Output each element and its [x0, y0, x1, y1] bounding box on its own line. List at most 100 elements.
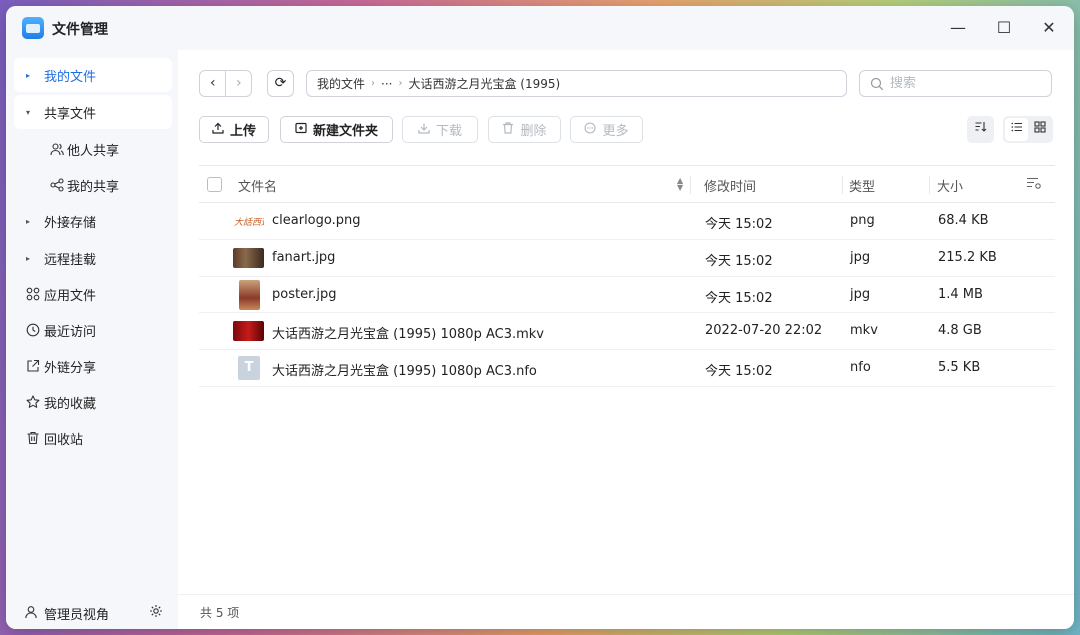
- maximize-button[interactable]: ☐: [992, 16, 1016, 40]
- sidebar: ▸ 我的文件 ▾ 共享文件 他人共享 我的共享 ▸ 外接存储 ▸ 远程挂载 应用…: [6, 50, 178, 629]
- column-header-size[interactable]: 大小: [937, 176, 963, 195]
- window-title: 文件管理: [52, 22, 108, 38]
- star-icon: [26, 395, 40, 409]
- sidebar-item-label: 远程挂载: [44, 252, 97, 268]
- grid-view-button[interactable]: [1028, 118, 1051, 141]
- watermark: 值 什么值得买: [910, 598, 1037, 622]
- file-modified: 今天 15:02: [705, 290, 773, 306]
- title-bar: 文件管理 — ☐ ✕: [6, 6, 1074, 50]
- item-count: 共 5 项: [200, 605, 240, 620]
- forward-button[interactable]: ›: [225, 71, 251, 96]
- more-icon: [584, 122, 597, 137]
- sort-arrows-icon[interactable]: ▲ ▼: [677, 177, 683, 192]
- file-name: 大话西游之月光宝盒 (1995) 1080p AC3.nfo: [272, 364, 537, 380]
- column-header-name[interactable]: 文件名: [238, 176, 277, 195]
- sidebar-item-favorites[interactable]: 我的收藏: [14, 385, 172, 419]
- sidebar-item-shared-with-me[interactable]: 他人共享: [14, 132, 172, 166]
- sidebar-item-label: 外链分享: [44, 360, 97, 376]
- upload-button[interactable]: 上传: [199, 116, 269, 143]
- view-toggle: [1003, 116, 1053, 143]
- chevron-right-icon: ›: [398, 78, 403, 89]
- breadcrumb-item-my-files[interactable]: 我的文件: [317, 75, 365, 92]
- close-button[interactable]: ✕: [1037, 16, 1061, 40]
- text-file-icon: T: [238, 356, 260, 381]
- sidebar-item-label: 外接存储: [44, 215, 97, 231]
- search-box: [859, 70, 1052, 97]
- caret-right-icon: ▸: [26, 253, 31, 263]
- minimize-button[interactable]: —: [946, 16, 970, 40]
- table-row[interactable]: 大話西遊 clearlogo.png 今天 15:02 png 68.4 KB: [199, 203, 1055, 240]
- share-icon: [50, 178, 64, 192]
- sidebar-footer: 管理员视角: [6, 594, 178, 629]
- breadcrumb-ellipsis[interactable]: ···: [381, 77, 392, 91]
- new-folder-button[interactable]: 新建文件夹: [280, 116, 393, 143]
- back-button[interactable]: ‹: [200, 71, 225, 96]
- file-modified: 2022-07-20 22:02: [705, 323, 823, 339]
- sidebar-item-shared-files[interactable]: ▾ 共享文件: [14, 95, 172, 129]
- file-modified: 今天 15:02: [705, 253, 773, 269]
- column-header-modified[interactable]: 修改时间: [704, 176, 756, 195]
- caret-down-icon: ▾: [26, 107, 31, 117]
- download-label: 下载: [435, 124, 462, 139]
- search-icon: [870, 77, 884, 91]
- sidebar-item-label: 回收站: [44, 432, 84, 448]
- file-name: poster.jpg: [272, 286, 337, 302]
- file-thumbnail-logo: 大話西遊: [233, 211, 272, 231]
- gear-icon[interactable]: [149, 604, 163, 622]
- sidebar-item-external-links[interactable]: 外链分享: [14, 349, 172, 383]
- svg-text:大話西遊: 大話西遊: [234, 217, 264, 228]
- list-view-button[interactable]: [1005, 118, 1028, 141]
- people-icon: [50, 142, 64, 156]
- refresh-button[interactable]: ⟳: [267, 70, 294, 97]
- column-header-type[interactable]: 类型: [849, 176, 875, 195]
- select-all-checkbox[interactable]: [207, 177, 222, 192]
- sort-icon: [974, 122, 987, 137]
- file-size: 5.5 KB: [938, 360, 981, 376]
- breadcrumb-item-current-folder[interactable]: 大话西游之月光宝盒 (1995): [408, 75, 560, 92]
- file-thumbnail-video: [233, 321, 264, 342]
- sidebar-item-app-files[interactable]: 应用文件: [14, 277, 172, 311]
- sidebar-item-label: 应用文件: [44, 288, 97, 304]
- sidebar-item-recycle-bin[interactable]: 回收站: [14, 421, 172, 455]
- new-folder-label: 新建文件夹: [312, 124, 378, 139]
- file-name: 大话西游之月光宝盒 (1995) 1080p AC3.mkv: [272, 327, 544, 343]
- trash-icon: [502, 122, 514, 137]
- sidebar-item-remote-mounts[interactable]: ▸ 远程挂载: [14, 241, 172, 275]
- admin-view-label[interactable]: 管理员视角: [44, 604, 109, 623]
- file-type: jpg: [850, 249, 871, 265]
- file-size: 215.2 KB: [938, 249, 997, 265]
- breadcrumb: 我的文件 › ··· › 大话西游之月光宝盒 (1995): [306, 70, 847, 97]
- sidebar-item-label: 我的文件: [44, 69, 97, 85]
- download-button[interactable]: 下载: [402, 116, 478, 143]
- file-name: fanart.jpg: [272, 249, 336, 265]
- delete-label: 删除: [520, 124, 547, 139]
- sort-button[interactable]: [967, 116, 994, 143]
- sidebar-item-recent[interactable]: 最近访问: [14, 313, 172, 347]
- table-row[interactable]: T 大话西游之月光宝盒 (1995) 1080p AC3.nfo 今天 15:0…: [199, 350, 1055, 387]
- sidebar-item-external-storage[interactable]: ▸ 外接存储: [14, 204, 172, 238]
- table-row[interactable]: 大话西游之月光宝盒 (1995) 1080p AC3.mkv 2022-07-2…: [199, 313, 1055, 351]
- table-row[interactable]: poster.jpg 今天 15:02 jpg 1.4 MB: [199, 277, 1055, 314]
- column-divider: [690, 176, 691, 194]
- file-type: nfo: [850, 360, 871, 376]
- more-button[interactable]: 更多: [570, 116, 643, 143]
- file-modified: 今天 15:02: [705, 364, 773, 380]
- file-thumbnail-image: [233, 247, 264, 268]
- file-thumbnail-image: [239, 279, 260, 310]
- delete-button[interactable]: 删除: [488, 116, 561, 143]
- sidebar-item-my-shares[interactable]: 我的共享: [14, 168, 172, 202]
- search-input[interactable]: [890, 76, 1040, 91]
- file-name: clearlogo.png: [272, 213, 361, 228]
- download-icon: [418, 122, 430, 137]
- table-row[interactable]: fanart.jpg 今天 15:02 jpg 215.2 KB: [199, 240, 1055, 277]
- file-size: 4.8 GB: [938, 323, 982, 339]
- more-label: 更多: [602, 124, 629, 139]
- sidebar-item-my-files[interactable]: ▸ 我的文件: [14, 58, 172, 92]
- file-type: jpg: [850, 286, 871, 302]
- column-settings-icon[interactable]: [1026, 176, 1042, 194]
- upload-icon: [212, 122, 224, 137]
- external-link-icon: [26, 359, 40, 373]
- main-panel: ‹ › ⟳ 我的文件 › ··· › 大话西游之月光宝盒 (1995) 上传: [178, 50, 1074, 629]
- table-header: 文件名 ▲ ▼ 修改时间 类型 大小: [199, 165, 1055, 203]
- apps-icon: [26, 287, 40, 301]
